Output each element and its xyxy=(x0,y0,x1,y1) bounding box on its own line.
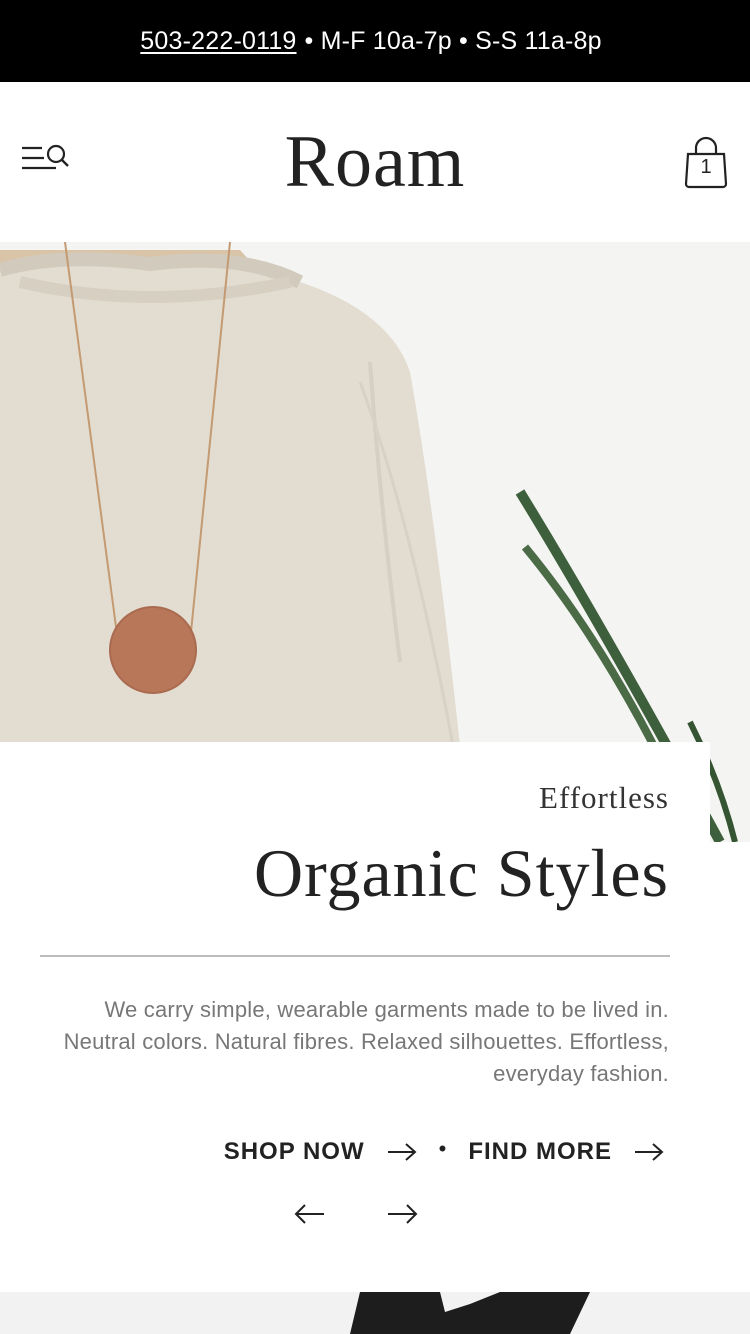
site-logo[interactable]: Roam xyxy=(0,120,750,205)
arrow-right-icon xyxy=(387,1143,417,1161)
hero-description: We carry simple, wearable garments made … xyxy=(63,997,669,1086)
announcement-bar: 503-222-0119 • M-F 10a-7p • S-S 11a-8p xyxy=(0,0,750,82)
hero-title: Organic Styles xyxy=(253,835,669,911)
next-section-image xyxy=(0,1292,750,1334)
divider xyxy=(40,955,670,957)
site-header: Roam 1 xyxy=(0,82,750,242)
phone-link[interactable]: 503-222-0119 xyxy=(140,27,296,56)
store-hours: • M-F 10a-7p • S-S 11a-8p xyxy=(304,26,602,55)
shop-now-button[interactable]: SHOP NOW xyxy=(224,1138,417,1166)
find-more-label: FIND MORE xyxy=(468,1138,612,1165)
arrow-right-icon xyxy=(635,1143,664,1161)
arrow-right-icon xyxy=(388,1204,418,1224)
hero-eyebrow: Effortless xyxy=(539,780,669,815)
cart-button[interactable]: 1 xyxy=(682,136,730,190)
hero-text-panel: Effortless Organic Styles We carry simpl… xyxy=(0,742,710,1292)
find-more-button[interactable]: FIND MORE xyxy=(468,1138,664,1166)
cta-row: SHOP NOW • FIND MORE xyxy=(224,1136,664,1168)
slider-navigation xyxy=(292,1200,476,1228)
shop-now-label: SHOP NOW xyxy=(223,1138,365,1165)
cart-count-badge: 1 xyxy=(700,156,712,178)
previous-slide-button[interactable] xyxy=(292,1200,328,1228)
cta-separator: • xyxy=(438,1136,447,1161)
next-slide-button[interactable] xyxy=(384,1200,420,1228)
arrow-left-icon xyxy=(294,1204,324,1224)
product-photo xyxy=(0,1292,750,1334)
